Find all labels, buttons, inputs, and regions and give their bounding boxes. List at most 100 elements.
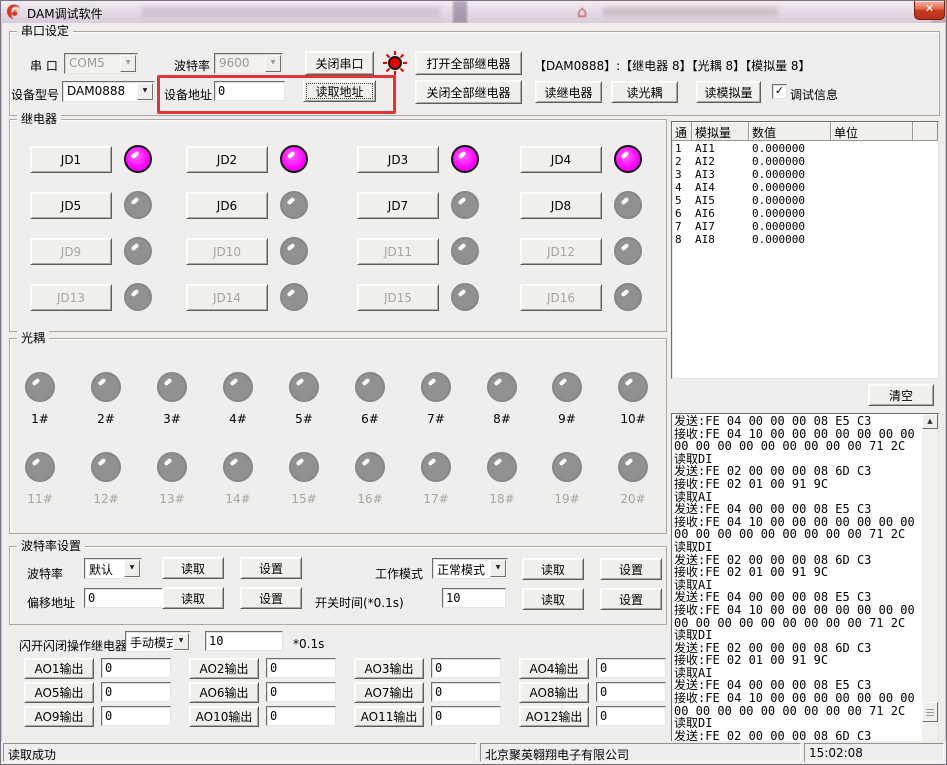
baud-settings-group: 波特率设置 波特率 默认 ▼ 读取 设置 工作模式 正常模式 ▼ 读取 设置 偏… xyxy=(9,546,667,625)
relay-button-jd16[interactable]: JD16 xyxy=(520,284,602,311)
flash-mode-value: 手动模式 xyxy=(130,634,178,651)
table-row: 8AI80.000000 xyxy=(672,233,938,245)
ao-output-input-6[interactable] xyxy=(266,682,336,702)
ao-output-input-1[interactable] xyxy=(101,658,171,678)
opto-led-20 xyxy=(618,452,648,482)
relay-led-jd9 xyxy=(124,237,152,265)
close-button[interactable]: ✕ xyxy=(914,1,945,20)
log-scrollbar[interactable]: ▲ xyxy=(922,414,938,745)
switch-time-input[interactable] xyxy=(442,588,506,608)
relay-led-jd6 xyxy=(280,191,308,219)
ao-output-button-5[interactable]: AO5输出 xyxy=(24,682,94,703)
relay-button-jd2[interactable]: JD2 xyxy=(186,146,268,173)
ao-output-input-7[interactable] xyxy=(431,682,501,702)
work-mode-select[interactable]: 正常模式 ▼ xyxy=(432,558,508,579)
ao-output-button-8[interactable]: AO8输出 xyxy=(519,682,589,703)
model-select[interactable]: DAM0888 ▼ xyxy=(62,81,155,102)
read-address-button[interactable]: 读取地址 xyxy=(303,80,376,102)
ao-output-input-2[interactable] xyxy=(266,658,336,678)
ao-output-input-9[interactable] xyxy=(101,706,171,726)
ao-output-input-3[interactable] xyxy=(431,658,501,678)
baud-read-button[interactable]: 读取 xyxy=(162,557,224,579)
ao-output-button-7[interactable]: AO7输出 xyxy=(354,682,424,703)
table-cell: 4 xyxy=(672,181,692,193)
table-cell: 0.000000 xyxy=(749,233,831,245)
ao-output-button-1[interactable]: AO1输出 xyxy=(24,658,94,679)
relay-button-jd11[interactable]: JD11 xyxy=(357,238,439,265)
relay-button-jd14[interactable]: JD14 xyxy=(186,284,268,311)
relay-button-jd13[interactable]: JD13 xyxy=(30,284,112,311)
opto-label-1: 1# xyxy=(18,412,62,426)
relay-button-jd5[interactable]: JD5 xyxy=(30,192,112,219)
table-cell: 0.000000 xyxy=(749,168,831,180)
ao-output-button-9[interactable]: AO9输出 xyxy=(24,706,94,727)
flash-mode-select[interactable]: 手动模式 ▼ xyxy=(125,631,191,652)
opto-label-9: 9# xyxy=(545,412,589,426)
work-mode-read-button[interactable]: 读取 xyxy=(522,558,584,580)
relay-button-jd4[interactable]: JD4 xyxy=(520,146,602,173)
ao-output-button-12[interactable]: AO12输出 xyxy=(519,706,589,727)
ao-output-input-10[interactable] xyxy=(266,706,336,726)
relay-led-jd4 xyxy=(614,145,642,173)
ao-output-input-8[interactable] xyxy=(596,682,666,702)
relay-button-jd9[interactable]: JD9 xyxy=(30,238,112,265)
opto-led-14 xyxy=(223,452,253,482)
ao-output-input-11[interactable] xyxy=(431,706,501,726)
relay-button-jd12[interactable]: JD12 xyxy=(520,238,602,265)
device-address-input[interactable] xyxy=(214,81,285,101)
table-row: 6AI60.000000 xyxy=(672,207,938,219)
opto-label-20: 20# xyxy=(611,492,655,506)
relay-button-jd8[interactable]: JD8 xyxy=(520,192,602,219)
debug-info-checkbox[interactable]: ✓ xyxy=(772,84,787,99)
flash-time-unit-label: *0.1s xyxy=(293,637,324,651)
clock-text: 15:02:08 xyxy=(804,743,944,762)
relay-button-jd6[interactable]: JD6 xyxy=(186,192,268,219)
ao-output-button-4[interactable]: AO4输出 xyxy=(519,658,589,679)
switch-time-set-button[interactable]: 设置 xyxy=(600,588,662,610)
ao-output-button-3[interactable]: AO3输出 xyxy=(354,658,424,679)
opto-label-19: 19# xyxy=(545,492,589,506)
work-mode-set-button[interactable]: 设置 xyxy=(600,558,662,580)
offset-address-label: 偏移地址 xyxy=(27,594,75,611)
read-opto-button[interactable]: 读光耦 xyxy=(611,81,678,103)
read-relays-button[interactable]: 读继电器 xyxy=(535,81,602,103)
ao-output-input-4[interactable] xyxy=(596,658,666,678)
offset-read-button[interactable]: 读取 xyxy=(162,587,224,609)
opto-led-2 xyxy=(91,372,121,402)
scrollbar-thumb[interactable] xyxy=(922,702,938,722)
relay-group: 继电器 JD1JD2JD3JD4JD5JD6JD7JD8JD9JD10JD11J… xyxy=(9,119,667,332)
chevron-down-icon: ▼ xyxy=(265,55,281,72)
close-serial-button[interactable]: 关闭串口 xyxy=(305,51,374,75)
offset-address-input[interactable] xyxy=(84,588,168,608)
read-analog-button[interactable]: 读模拟量 xyxy=(696,81,761,103)
close-all-relays-button[interactable]: 关闭全部继电器 xyxy=(415,80,522,104)
opto-label-5: 5# xyxy=(282,412,326,426)
relay-button-jd10[interactable]: JD10 xyxy=(186,238,268,265)
ao-output-input-12[interactable] xyxy=(596,706,666,726)
opto-label-18: 18# xyxy=(480,492,524,506)
background-window-artifact xyxy=(453,1,467,23)
offset-set-button[interactable]: 设置 xyxy=(240,587,302,609)
relay-button-jd7[interactable]: JD7 xyxy=(357,192,439,219)
relay-button-jd3[interactable]: JD3 xyxy=(357,146,439,173)
flash-time-input[interactable] xyxy=(205,631,283,651)
ao-output-input-5[interactable] xyxy=(101,682,171,702)
ao-output-button-11[interactable]: AO11输出 xyxy=(354,706,424,727)
opto-label-15: 15# xyxy=(282,492,326,506)
relay-button-jd15[interactable]: JD15 xyxy=(357,284,439,311)
statusbar: 读取成功 北京聚英翱翔电子有限公司 15:02:08 xyxy=(1,741,947,765)
open-all-relays-button[interactable]: 打开全部继电器 xyxy=(415,51,522,75)
ao-output-button-6[interactable]: AO6输出 xyxy=(189,682,259,703)
baud-setting-select[interactable]: 默认 ▼ xyxy=(84,558,142,579)
debug-info-label: 调试信息 xyxy=(790,86,838,103)
switch-time-read-button[interactable]: 读取 xyxy=(522,588,584,610)
opto-label-6: 6# xyxy=(348,412,392,426)
baud-set-button[interactable]: 设置 xyxy=(240,557,302,579)
table-cell: 6 xyxy=(672,207,692,219)
clear-log-button[interactable]: 清空 xyxy=(868,384,934,406)
ao-output-button-10[interactable]: AO10输出 xyxy=(189,706,259,727)
ao-output-button-2[interactable]: AO2输出 xyxy=(189,658,259,679)
relay-led-jd5 xyxy=(124,191,152,219)
relay-button-jd1[interactable]: JD1 xyxy=(30,146,112,173)
scroll-up-icon[interactable]: ▲ xyxy=(922,414,938,429)
